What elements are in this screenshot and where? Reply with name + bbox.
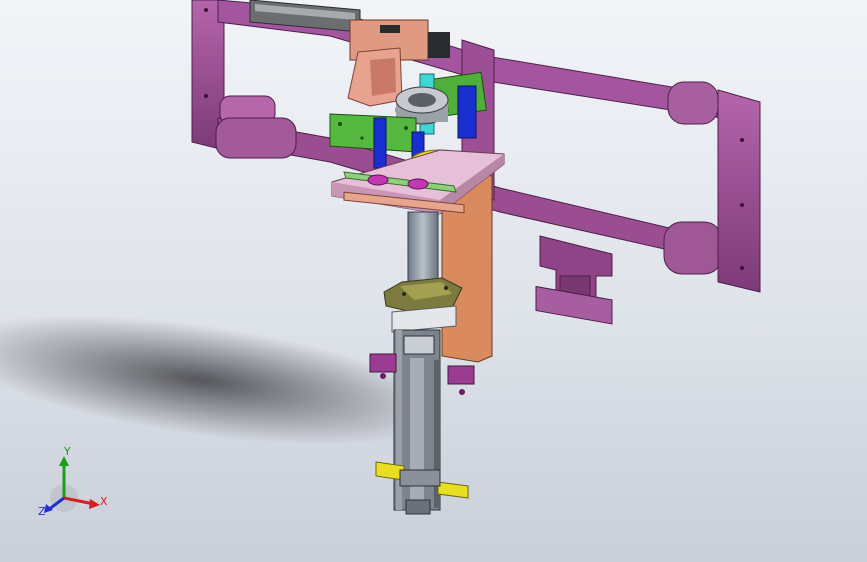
rear-blue-cylinder [457, 85, 477, 139]
bottom-tip [405, 499, 431, 515]
triad-z-label: Z [38, 505, 46, 518]
floor-shadow [0, 315, 448, 445]
frame-right-tube-upper [667, 81, 719, 125]
triad-x-arrow [89, 499, 100, 509]
triad-x-label: X [100, 495, 108, 508]
frame-right-post [717, 89, 761, 293]
triad-graphic [44, 456, 100, 513]
plate-disk-right [407, 178, 429, 190]
left-clamp [369, 353, 397, 373]
coordinate-triad: Y X Z [34, 446, 114, 526]
triad-y-label: Y [64, 445, 71, 458]
right-clamp [447, 365, 475, 385]
front-green-pcb [329, 113, 417, 153]
cad-viewport[interactable]: Y X Z [0, 0, 867, 562]
vertical-column [407, 211, 439, 291]
frame-right-tube-lower [663, 221, 723, 275]
frame-left-tube-lower [215, 117, 297, 159]
assembly-model[interactable] [0, 0, 867, 562]
plate-disk-left [367, 174, 389, 186]
front-blue-cylinder-left [373, 117, 387, 169]
